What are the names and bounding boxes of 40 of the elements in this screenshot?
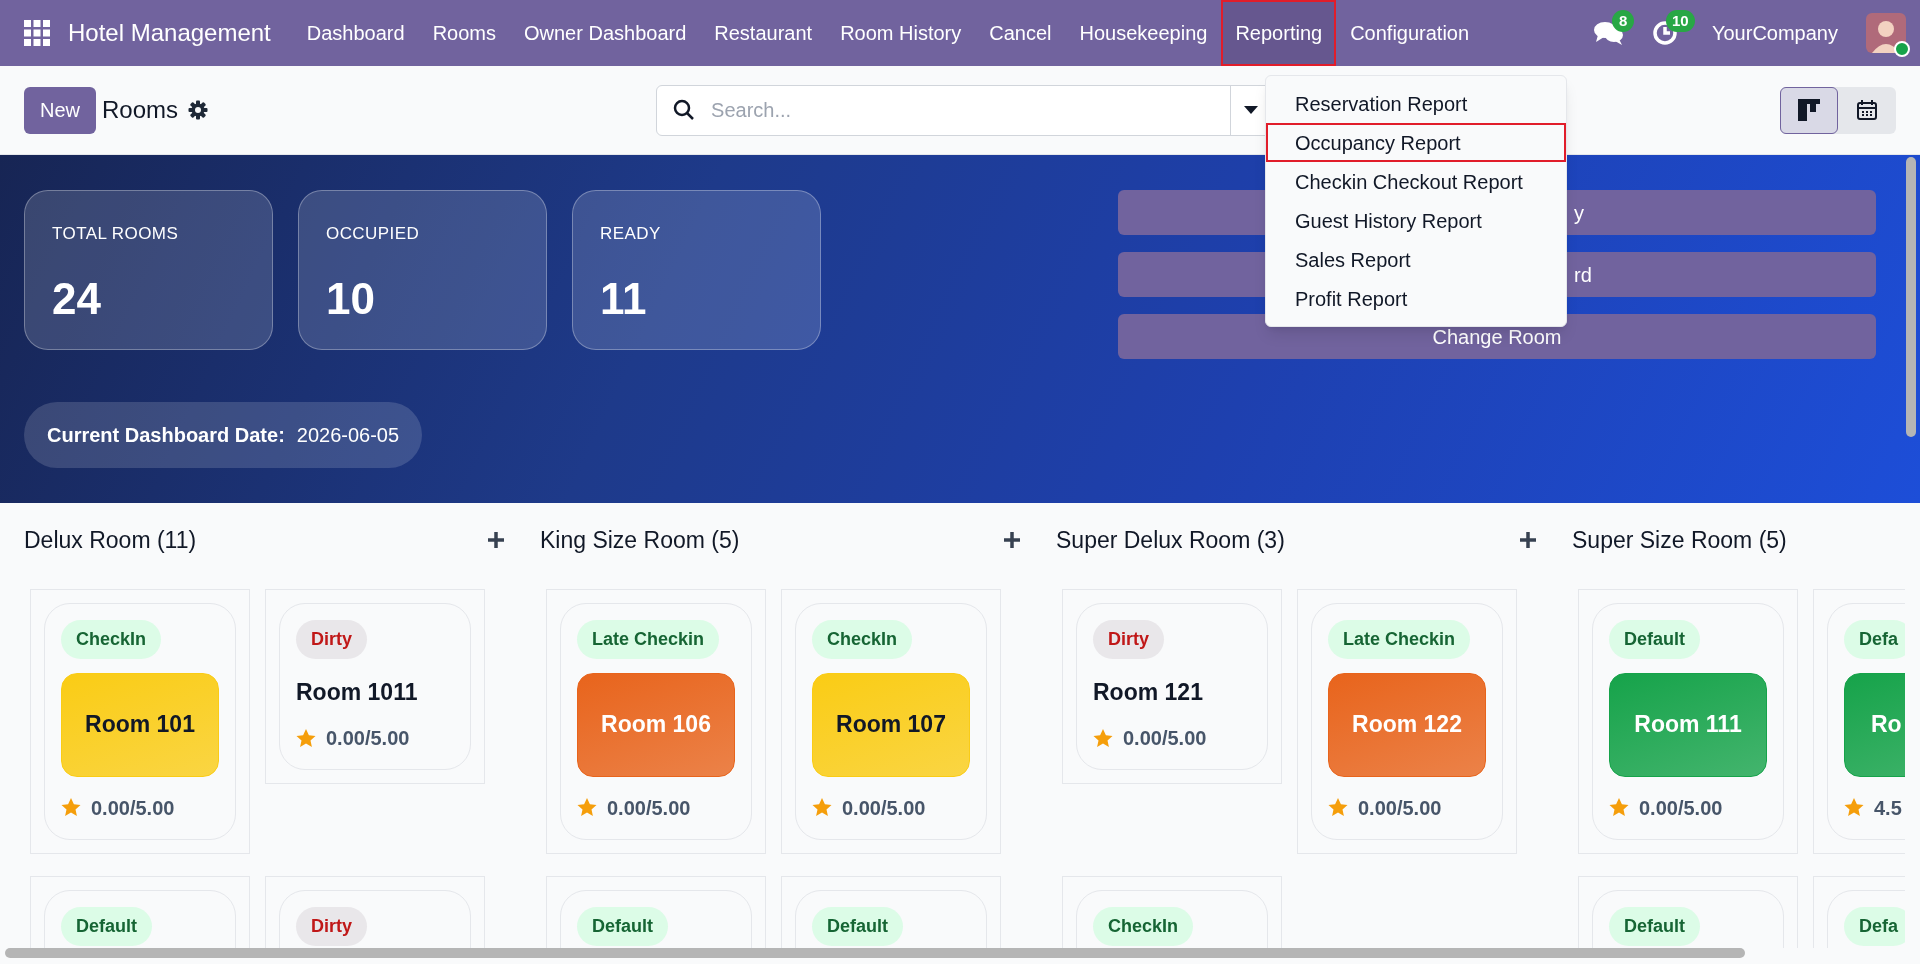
- rating-text: 0.00/5.00: [326, 726, 410, 751]
- column-title: Delux Room (11): [24, 526, 197, 555]
- rating-text: 0.00/5.00: [1358, 795, 1442, 821]
- status-tag: Late Checkin: [1328, 619, 1471, 659]
- status-tag: Dirty: [296, 906, 367, 946]
- date-label: Current Dashboard Date:: [47, 423, 285, 448]
- status-tag: Default: [61, 906, 152, 946]
- room-name: Room 121: [1093, 677, 1204, 707]
- breadcrumb-title: Rooms: [102, 95, 179, 125]
- rating-text: 0.00/5.00: [1639, 795, 1723, 821]
- status-tag: Late Checkin: [577, 619, 720, 659]
- stat-value: 24: [52, 276, 102, 321]
- stat-value: 10: [326, 276, 376, 321]
- activity-count-badge: 10: [1666, 10, 1695, 32]
- status-tag: CheckIn: [1093, 906, 1194, 946]
- date-value: 2026-06-05: [296, 423, 400, 448]
- status-tag: Default: [1609, 906, 1700, 946]
- rating-text: 0.00/5.00: [842, 795, 926, 821]
- column-title: Super Size Room (5): [1572, 526, 1787, 555]
- status-tag: Defa: [1844, 906, 1905, 946]
- status-tag: CheckIn: [812, 619, 913, 659]
- stat-value: 11: [600, 276, 648, 321]
- status-tag: Default: [1609, 619, 1700, 659]
- stat-label: OCCUPIED: [326, 223, 421, 245]
- rating-text: 0.00/5.00: [1123, 726, 1207, 751]
- status-tag: Dirty: [1093, 619, 1164, 659]
- rating-text: 0.00/5.00: [91, 795, 175, 821]
- column-title: King Size Room (5): [540, 526, 740, 555]
- status-tag: Defa: [1844, 619, 1905, 659]
- status-tag: Default: [577, 906, 668, 946]
- room-name: Room 1011: [296, 677, 419, 707]
- status-tag: CheckIn: [61, 619, 162, 659]
- status-tag: Default: [812, 906, 903, 946]
- column-title: Super Delux Room (3): [1056, 526, 1285, 555]
- stat-label: READY: [600, 223, 662, 245]
- stat-label: TOTAL ROOMS: [52, 223, 180, 245]
- rating-text: 0.00/5.00: [607, 795, 691, 821]
- status-tag: Dirty: [296, 619, 367, 659]
- message-count-badge: 8: [1612, 10, 1635, 32]
- rating-text: 4.5: [1874, 795, 1902, 821]
